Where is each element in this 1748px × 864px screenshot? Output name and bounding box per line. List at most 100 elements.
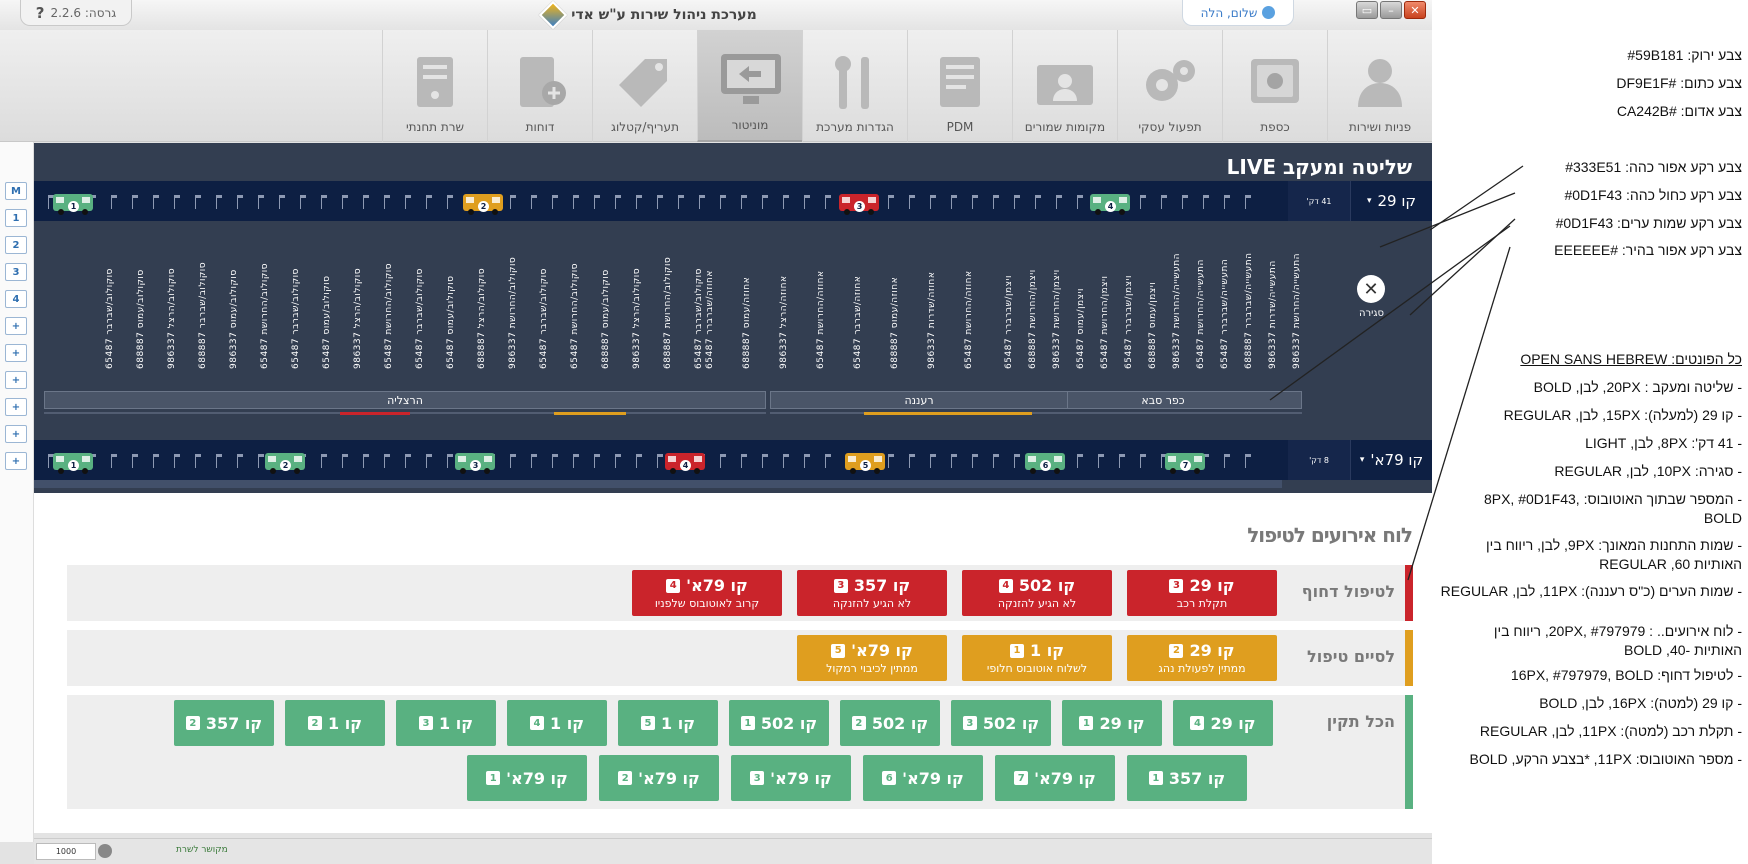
event-card[interactable]: קו 1 1 לשלוח אוטובוס חלופי — [962, 635, 1112, 681]
station-name[interactable]: סוקולוב/עמוס 986337 — [229, 241, 239, 369]
line-selector-29[interactable]: קו 29 ▾ — [1350, 181, 1432, 221]
tab-button-+[interactable]: + — [5, 371, 27, 389]
event-card[interactable]: קו 79א' 4 קרוב לאוטובוס שלפניו — [632, 570, 782, 616]
tab-button-+[interactable]: + — [5, 398, 27, 416]
event-card[interactable]: קו 357 1 — [1127, 755, 1247, 801]
station-name[interactable]: התעשייה/שברברר 65487 — [1220, 241, 1230, 369]
line-selector-79a[interactable]: קו 79א' ▾ — [1350, 440, 1432, 480]
event-card[interactable]: קו 79א' 3 — [731, 755, 851, 801]
station-name[interactable]: התעשייה/שברברר 688887 — [1244, 241, 1254, 370]
event-card[interactable]: קו 357 3 לא הגיע להזנקה — [797, 570, 947, 616]
event-card[interactable]: קו 1 3 — [396, 700, 496, 746]
station-name[interactable]: סוקולוב/החרושת 65487 — [384, 241, 394, 369]
bus-icon[interactable]: 2 — [264, 452, 306, 474]
event-card[interactable]: קו 357 2 — [174, 700, 274, 746]
user-tab[interactable]: שלום, הלה — [1182, 0, 1294, 26]
tab-button-3[interactable]: 3 — [5, 263, 27, 281]
station-name[interactable]: אחוזה/עמוס 688887 — [890, 241, 900, 369]
toolbar-item-7[interactable]: תעריף/קטלוג — [592, 30, 697, 142]
event-card[interactable]: קו 1 2 — [285, 700, 385, 746]
station-name[interactable]: ויצמן/שברברר 65487 — [1124, 241, 1134, 369]
tab-button-+[interactable]: + — [5, 452, 27, 470]
line-band-79a[interactable]: קו 79א' ▾ 8 דק' 1 2 3 4 5 6 7 — [34, 440, 1432, 480]
event-card[interactable]: קו 79א' 2 — [599, 755, 719, 801]
event-card[interactable]: קו 29 2 ממתין לפעולת נהג — [1127, 635, 1277, 681]
station-name[interactable]: התעשייה/שדרות 986337 — [1268, 241, 1278, 369]
bus-icon[interactable]: 1 — [52, 452, 94, 474]
station-name[interactable]: סוקולוב/שברבר 65487 — [415, 241, 425, 369]
station-name[interactable]: אחוזה/שדרות 986337 — [927, 241, 937, 369]
help-icon[interactable]: ? — [36, 4, 45, 22]
bus-icon[interactable]: 4 — [664, 452, 706, 474]
station-name[interactable]: אחוזה/שברבר 65487 — [853, 241, 863, 369]
tab-button-+[interactable]: + — [5, 344, 27, 362]
event-card[interactable]: קו 29 1 — [1062, 700, 1162, 746]
bus-icon[interactable]: 7 — [1164, 452, 1206, 474]
station-name[interactable]: התעשייה/החרושת 986337 — [1172, 241, 1182, 369]
station-name[interactable]: סוקולוב/שברבר 688887 — [198, 241, 208, 369]
station-name[interactable]: התעשייה/החרושת 65487 — [1196, 241, 1206, 369]
station-name[interactable]: סוקולוב/עמוס 65487 — [446, 241, 456, 369]
event-card[interactable]: קו 502 3 — [951, 700, 1051, 746]
dropdown-icon[interactable]: ▾ — [1367, 196, 1372, 206]
tab-button-2[interactable]: 2 — [5, 236, 27, 254]
bus-icon[interactable]: 6 — [1024, 452, 1066, 474]
event-card[interactable]: קו 79א' 7 — [995, 755, 1115, 801]
event-card[interactable]: קו 79א' 1 — [467, 755, 587, 801]
city-name[interactable]: הרצליה — [44, 391, 766, 409]
version-tab[interactable]: גרסה: 2.2.6 ? — [20, 0, 132, 26]
tab-button-+[interactable]: + — [5, 317, 27, 335]
bus-icon[interactable]: 3 — [838, 193, 880, 215]
station-name[interactable]: ויצמן/החרושת 65487 — [1100, 241, 1110, 370]
station-name[interactable]: סוקולוב/הרצל 986337 — [353, 241, 363, 369]
close-icon[interactable]: ✕ — [1357, 275, 1385, 303]
toolbar-item-4[interactable]: PDM — [907, 30, 1012, 142]
station-name[interactable]: אחוזה/עמוס 688887 — [742, 241, 752, 369]
minimize-button[interactable]: – — [1380, 1, 1402, 19]
station-name[interactable]: סוקולוב/עמוס 65487 — [322, 241, 332, 369]
station-name[interactable]: ויצמן/החרושת 688887 — [1028, 241, 1038, 369]
toolbar-item-5[interactable]: הגדרות מערכת — [802, 30, 907, 142]
station-name[interactable]: ויצמן/שברברר 65487 — [1004, 241, 1014, 369]
station-name[interactable]: סוקולוב/שברבר 65487 — [291, 241, 301, 369]
bus-icon[interactable]: 3 — [454, 452, 496, 474]
station-name[interactable]: סוקולוב/החרושת 986337 — [508, 241, 518, 369]
toolbar-item-2[interactable]: תפעול עסקי — [1117, 30, 1222, 142]
station-name[interactable]: סוקולוב/שברבר 65487 — [694, 241, 704, 369]
event-card[interactable]: קו 29 3 תקלת רכב — [1127, 570, 1277, 616]
event-card[interactable]: קו 79א' 5 ממתין לכיבוי רמקול — [797, 635, 947, 681]
station-name[interactable]: ויצמן/החרושת 986337 — [1052, 241, 1062, 369]
toolbar-item-3[interactable]: מקומות שמורים — [1012, 30, 1117, 142]
close-window-button[interactable]: ✕ — [1404, 1, 1426, 19]
toolbar-item-6[interactable]: מוניטור — [697, 30, 802, 142]
station-name[interactable]: אחוזה/החרושת 65487 — [964, 241, 974, 369]
city-name[interactable]: רעננה — [770, 391, 1068, 409]
station-name[interactable]: אחוזה/שברברר 65487 — [705, 241, 715, 369]
toolbar-item-9[interactable]: שרת תחנתי — [382, 30, 487, 142]
station-name[interactable]: סוקולוב/הרצל 986337 — [632, 241, 642, 369]
station-name[interactable]: סוקולוב/שברבר 65487 — [105, 241, 115, 369]
bus-icon[interactable]: 5 — [844, 452, 886, 474]
event-card[interactable]: קו 502 1 — [729, 700, 829, 746]
station-name[interactable]: סוקולוב/עמוס 688887 — [601, 241, 611, 369]
station-name[interactable]: סוקולוב/החרושת 65487 — [570, 241, 580, 369]
station-name[interactable]: אחוזה/הרצל 986337 — [779, 241, 789, 369]
bus-icon[interactable]: 1 — [52, 193, 94, 215]
toolbar-item-0[interactable]: פניות ושירות — [1327, 30, 1432, 142]
restore-button[interactable]: ▭ — [1356, 1, 1378, 19]
station-name[interactable]: אחוזה/החרושת 65487 — [816, 241, 826, 369]
tab-button-+[interactable]: + — [5, 425, 27, 443]
station-name[interactable]: ויצמן/עמוס 688887 — [1148, 241, 1158, 369]
toolbar-item-8[interactable]: דוחות — [487, 30, 592, 142]
tab-button-4[interactable]: 4 — [5, 290, 27, 308]
station-name[interactable]: התעשייה/החרושת 986337 — [1292, 241, 1302, 369]
event-card[interactable]: קו 79א' 6 — [863, 755, 983, 801]
event-card[interactable]: קו 29 4 — [1173, 700, 1273, 746]
toolbar-item-1[interactable]: כספת — [1222, 30, 1327, 142]
bus-icon[interactable]: 2 — [462, 193, 504, 215]
tab-button-1[interactable]: 1 — [5, 209, 27, 227]
event-card[interactable]: קו 1 5 — [618, 700, 718, 746]
event-card[interactable]: קו 502 2 — [840, 700, 940, 746]
station-name[interactable]: סוקולוב/עמוס 688887 — [136, 241, 146, 369]
station-name[interactable]: סוקולוב/הרצל 688887 — [477, 241, 487, 369]
